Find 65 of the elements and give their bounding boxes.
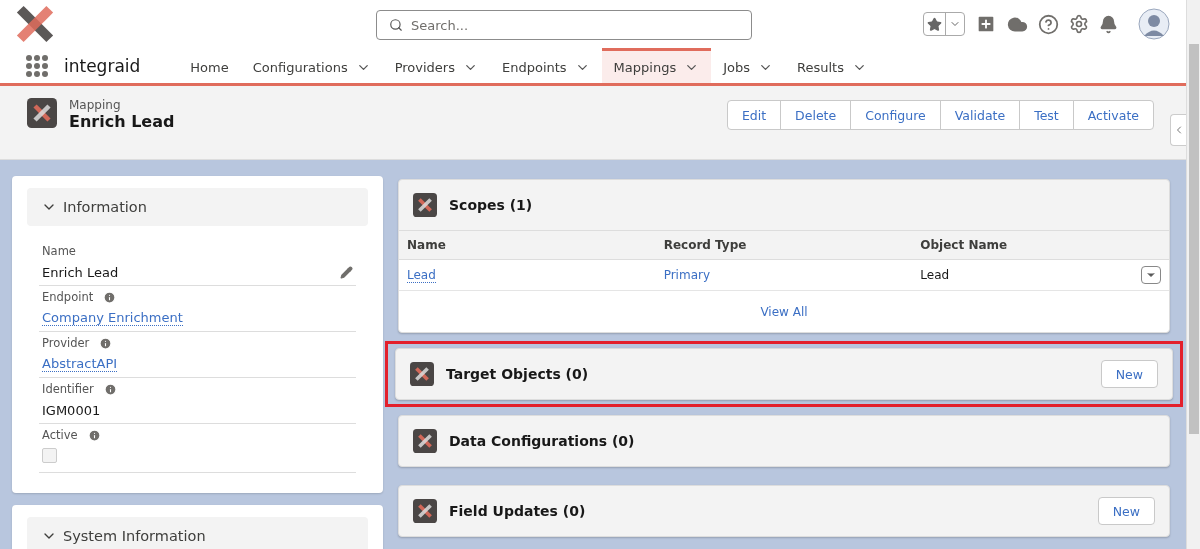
star-icon xyxy=(927,16,942,32)
info-icon xyxy=(99,336,113,350)
field-link[interactable]: Company Enrichment xyxy=(42,310,183,326)
list-title: Scopes (1) xyxy=(449,197,533,213)
new-button[interactable]: New xyxy=(1097,497,1155,525)
row-menu-button[interactable] xyxy=(1141,266,1161,284)
search-icon xyxy=(389,18,403,32)
field-label: Active xyxy=(42,428,78,442)
pencil-icon[interactable] xyxy=(340,265,353,279)
field-label: Provider xyxy=(42,336,90,350)
list-icon xyxy=(413,429,437,453)
avatar[interactable] xyxy=(1138,8,1170,40)
panel-toggle[interactable] xyxy=(1170,114,1186,146)
new-button[interactable]: New xyxy=(1100,360,1158,388)
action-button[interactable]: Validate xyxy=(939,100,1021,130)
nav-tab[interactable]: Results xyxy=(785,48,879,83)
nav-tab[interactable]: Mappings xyxy=(601,48,712,83)
app-launcher-icon[interactable] xyxy=(26,54,48,77)
list-title: Data Configurations (0) xyxy=(449,433,635,449)
field-label: Name xyxy=(42,244,76,258)
column-header: Object Name xyxy=(912,230,1169,260)
field-label: Endpoint xyxy=(42,290,94,304)
table-cell: Lead xyxy=(920,268,950,282)
list-icon xyxy=(413,193,437,217)
action-button[interactable]: Edit xyxy=(726,100,782,130)
record-title: Enrich Lead xyxy=(69,112,175,131)
help-icon[interactable] xyxy=(1038,13,1059,35)
app-name: integraid xyxy=(64,54,141,78)
field-value: IGM0001 xyxy=(42,402,101,418)
record-icon xyxy=(27,98,57,128)
nav-tab[interactable]: Endpoints xyxy=(489,48,602,83)
action-button[interactable]: Test xyxy=(1019,100,1074,130)
nav-tab[interactable]: Jobs xyxy=(711,48,785,83)
action-button[interactable]: Configure xyxy=(850,100,941,130)
record-type: Mapping xyxy=(69,98,122,112)
list-title: Target Objects (0) xyxy=(446,366,589,382)
scrollbar[interactable] xyxy=(1186,0,1200,549)
list-title: Field Updates (0) xyxy=(449,503,586,519)
action-button[interactable]: Activate xyxy=(1072,100,1154,130)
nav-tab[interactable]: Providers xyxy=(382,48,490,83)
column-header: Record Type xyxy=(655,230,913,260)
nav-tab[interactable]: Home xyxy=(178,48,241,83)
column-header: Name xyxy=(399,230,656,260)
checkbox[interactable] xyxy=(42,448,57,463)
field-label: Identifier xyxy=(42,382,94,396)
settings-icon[interactable] xyxy=(1069,14,1089,34)
nav-tab[interactable]: Configurations xyxy=(240,48,383,83)
info-icon xyxy=(103,290,117,304)
field-link[interactable]: AbstractAPI xyxy=(42,356,118,372)
favorites-button[interactable] xyxy=(923,12,965,36)
app-logo xyxy=(16,5,54,43)
notifications-icon[interactable] xyxy=(1099,14,1118,34)
info-icon xyxy=(103,382,117,396)
cell-link[interactable]: Lead xyxy=(407,267,436,283)
search-field[interactable]: Search... xyxy=(376,10,752,40)
view-all-link[interactable]: View All xyxy=(760,305,808,319)
cell-link[interactable]: Primary xyxy=(663,268,711,282)
info-icon xyxy=(87,428,101,442)
section-header[interactable]: System Information xyxy=(27,517,368,549)
list-icon xyxy=(413,499,437,523)
list-icon xyxy=(410,362,434,386)
field-value: Enrich Lead xyxy=(42,264,119,280)
add-icon[interactable] xyxy=(975,13,997,35)
action-button[interactable]: Delete xyxy=(780,100,852,130)
section-header[interactable]: Information xyxy=(27,188,368,226)
